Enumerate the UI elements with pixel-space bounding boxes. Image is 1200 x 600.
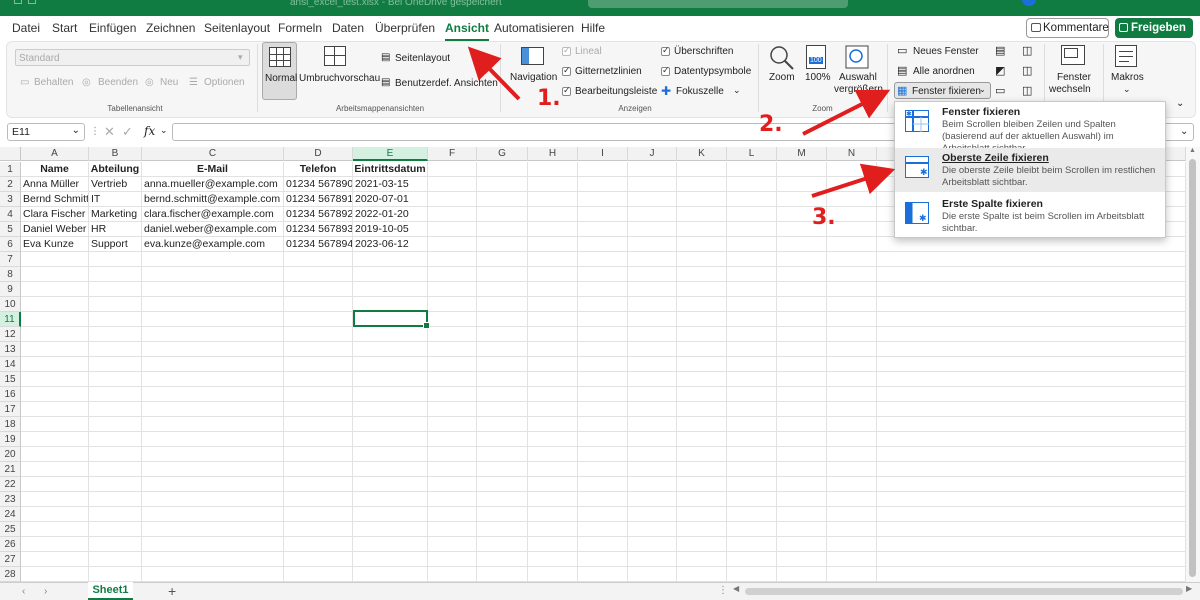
prev-sheet-icon[interactable]: ‹ <box>22 586 25 597</box>
annotation-step-1: 1. <box>537 86 561 111</box>
annotation-step-3: 3. <box>812 205 836 230</box>
annotation-step-2: 2. <box>759 112 783 137</box>
annotation-arrow-2 <box>802 89 891 136</box>
annotation-arrows <box>467 46 896 198</box>
annotation-arrow-3 <box>811 163 896 198</box>
scroll-right-icon[interactable]: ▶ <box>1186 584 1192 593</box>
add-sheet-button[interactable]: + <box>168 583 176 599</box>
sheet-tab-sheet1[interactable]: Sheet1 <box>88 582 133 600</box>
scroll-left-icon[interactable]: ◀ <box>733 584 739 593</box>
annotation-arrow-1 <box>467 46 521 101</box>
more-icon: ⋮ <box>718 585 728 596</box>
horizontal-scrollbar[interactable] <box>745 588 1183 595</box>
next-sheet-icon[interactable]: › <box>44 586 47 597</box>
sheet-tab-bar: ‹ › + ⋮ ◀ ▶ <box>0 582 1200 600</box>
